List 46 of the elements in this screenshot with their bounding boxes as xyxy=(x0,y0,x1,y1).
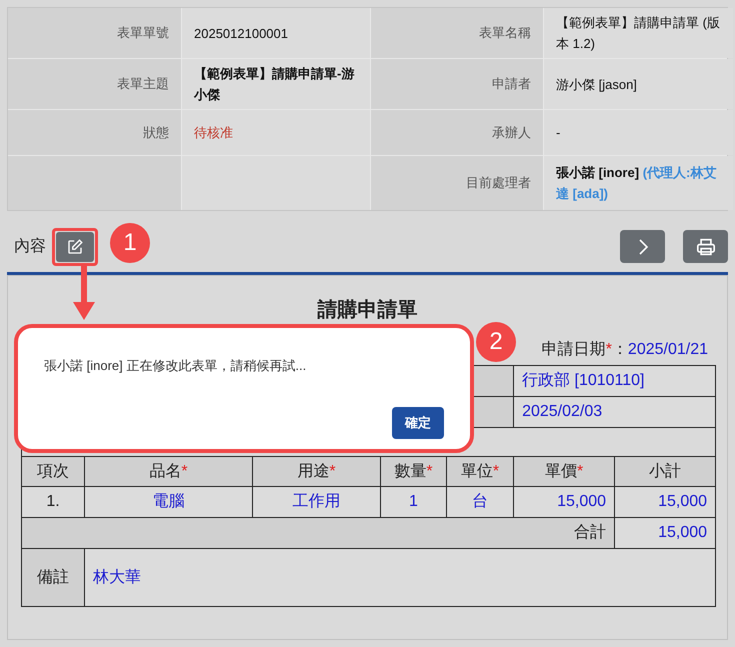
remarks-label: 備註 xyxy=(37,568,69,586)
field-value: 游小傑 [jason] xyxy=(556,76,637,94)
column-header: 品名* xyxy=(149,462,188,480)
field-label: 目前處理者 xyxy=(466,174,531,192)
section-title: 內容 xyxy=(14,236,46,256)
field-value: 行政部 [1010110] xyxy=(522,372,644,389)
column-header: 項次 xyxy=(37,462,69,480)
next-button[interactable] xyxy=(620,230,665,263)
date-label: 申請日期*： xyxy=(542,340,628,360)
callout-badge: 1 xyxy=(110,223,150,263)
table-cell: 台 xyxy=(472,493,488,510)
chevron-right-icon xyxy=(636,238,648,256)
total-label: 合計 xyxy=(574,524,606,541)
column-header: 數量* xyxy=(394,462,433,480)
field-label: 表單名稱 xyxy=(479,24,531,42)
dialog-message: 張小諾 [inore] 正在修改此表單，請稍候再試... xyxy=(44,357,308,375)
table-cell: 15,000 xyxy=(658,493,708,510)
edit-icon xyxy=(66,238,84,256)
field-label: 申請者 xyxy=(492,75,531,94)
table-cell: 1. xyxy=(46,493,60,510)
column-header: 單價* xyxy=(544,462,584,480)
remarks-value: 林大華 xyxy=(93,568,141,586)
field-value: - xyxy=(556,124,560,142)
table-cell: 15,000 xyxy=(557,493,606,510)
field-value: 2025/02/03 xyxy=(522,403,602,420)
field-label: 表單單號 xyxy=(117,24,169,42)
total-value: 15,000 xyxy=(658,524,708,541)
status-text: 待核准 xyxy=(194,124,233,142)
column-header: 單位* xyxy=(460,462,500,480)
field-value: 【範例表單】請購申請單 (版本 1.2) xyxy=(556,14,721,53)
printer-icon xyxy=(696,238,716,256)
print-button[interactable] xyxy=(683,230,728,263)
table-cell: 電腦 xyxy=(152,493,184,510)
field-value: 張小諾 [inore] (代理人:林艾達 [ada]) xyxy=(556,164,718,203)
table-cell: 工作用 xyxy=(292,493,340,510)
column-header: 用途* xyxy=(297,462,336,480)
column-header: 小計 xyxy=(649,462,682,480)
field-label: 表單主題 xyxy=(117,75,169,94)
field-label: 承辦人 xyxy=(492,124,531,142)
form-title: 請購申請單 xyxy=(316,298,418,323)
field-label: 狀態 xyxy=(143,124,169,142)
confirm-button[interactable]: 確定 xyxy=(392,407,444,439)
date-value: 2025/01/21 xyxy=(628,340,708,360)
field-value: 【範例表單】請購申請單-游小傑 xyxy=(194,65,356,104)
field-value: 2025012100001 xyxy=(194,24,288,42)
table-cell: 1 xyxy=(409,493,418,510)
